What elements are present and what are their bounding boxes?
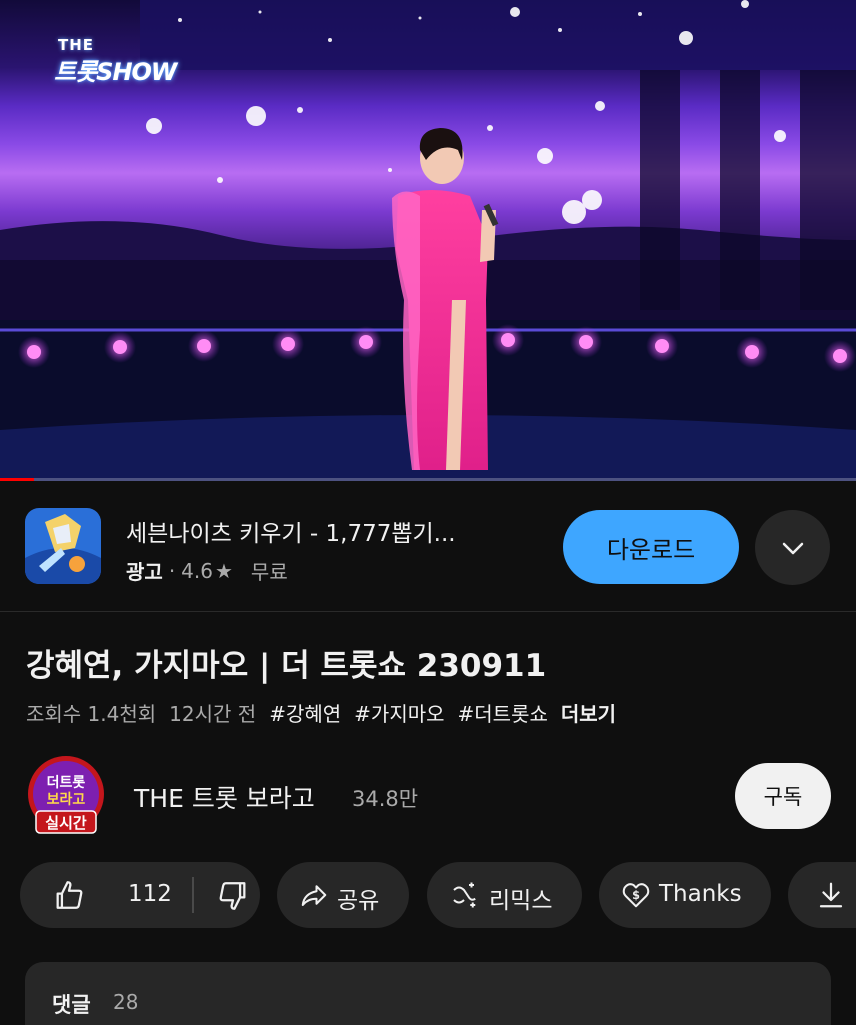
chevron-down-icon [782, 542, 803, 554]
ad-download-button[interactable]: 다운로드 [563, 510, 739, 584]
thanks-heart-icon: $ [622, 883, 650, 908]
channel-avatar[interactable]: 더트롯 보라고 실시간 [24, 754, 108, 838]
performer-figure [392, 128, 499, 471]
channel-name[interactable]: THE 트롯 보라고 [134, 779, 315, 815]
view-count: 조회수 1.4천회 [26, 702, 157, 726]
share-button[interactable]: 공유 [277, 862, 409, 928]
comments-panel[interactable]: 댓글 28 [25, 962, 831, 1025]
ad-separator: · [168, 558, 176, 583]
upload-time: 12시간 전 [169, 702, 257, 726]
remix-label: 리믹스 [489, 888, 553, 914]
comments-count: 28 [113, 990, 139, 1014]
download-button[interactable] [788, 862, 856, 928]
ad-expand-button[interactable] [755, 510, 830, 585]
download-icon [819, 882, 843, 908]
remix-button[interactable]: 리믹스 [427, 862, 582, 928]
more-link[interactable]: 더보기 [561, 698, 616, 727]
share-icon [301, 885, 327, 906]
ad-label: 광고 [126, 560, 163, 584]
video-title[interactable]: 강혜연, 가지마오 | 더 트롯쇼 230911 [26, 640, 546, 685]
avatar-text-bottom: 보라고 [47, 792, 86, 808]
comments-label: 댓글 [52, 993, 91, 1017]
video-player[interactable]: THE 트롯SHOW [0, 0, 856, 481]
hashtag-link[interactable]: #더트롯쇼 [458, 698, 548, 727]
live-badge: 실시간 [45, 814, 87, 832]
like-divider [192, 877, 194, 913]
thanks-label: Thanks [659, 881, 742, 907]
remix-icon [453, 882, 476, 908]
ad-title[interactable]: 세븐나이츠 키우기 - 1,777뽑기... [126, 514, 526, 548]
subscriber-count: 34.8만 [352, 787, 419, 811]
ad-meta: 광고 · 4.6 ★ 무료 [126, 556, 288, 585]
ad-app-icon[interactable] [25, 508, 101, 584]
star-icon: ★ [214, 558, 233, 583]
ad-price: 무료 [250, 560, 288, 584]
share-label: 공유 [337, 888, 380, 914]
broadcast-logo-main: 트롯SHOW [54, 58, 177, 86]
subscribe-button[interactable]: 구독 [735, 763, 831, 829]
svg-text:$: $ [632, 889, 640, 902]
hashtag-link[interactable]: #가지마오 [354, 698, 444, 727]
thumbs-down-icon[interactable] [216, 879, 250, 913]
thanks-button[interactable]: $ Thanks [599, 862, 771, 928]
like-count[interactable]: 112 [128, 881, 172, 907]
like-dislike-group: 112 [20, 862, 260, 928]
avatar-text-top: 더트롯 [47, 775, 86, 791]
ad-rating: 4.6 [181, 558, 213, 583]
broadcast-logo: THE 트롯SHOW [54, 36, 204, 86]
hashtag-link[interactable]: #강혜연 [269, 698, 341, 727]
video-meta[interactable]: 조회수 1.4천회 12시간 전 #강혜연 #가지마오 #더트롯쇼 더보기 [26, 698, 616, 727]
thumbs-up-icon[interactable] [52, 878, 86, 912]
